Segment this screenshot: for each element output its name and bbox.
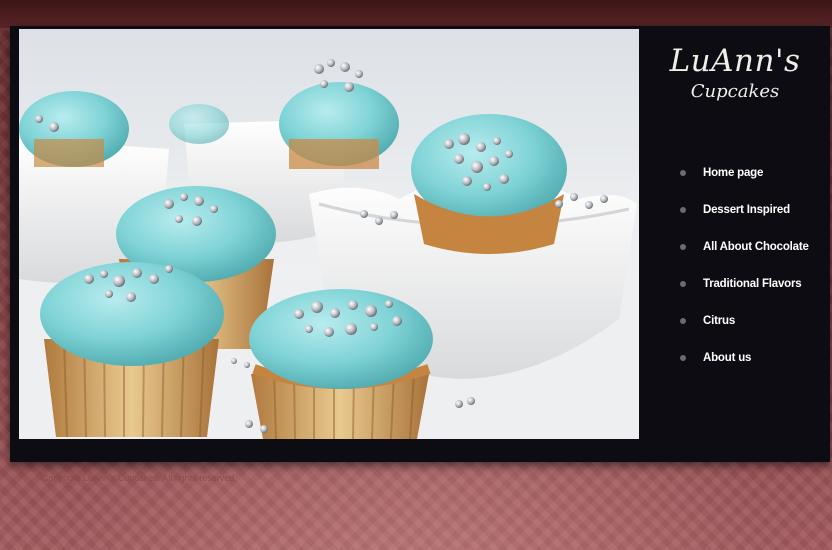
site-frame: LuAnn's Cupcakes Home page Dessert Inspi… bbox=[10, 26, 830, 462]
nav-item-traditional-flavors[interactable]: Traditional Flavors bbox=[680, 265, 830, 302]
nav-item-label: Home page bbox=[703, 166, 764, 179]
nav-item-label: Traditional Flavors bbox=[703, 277, 802, 290]
bullet-icon bbox=[680, 317, 686, 324]
nav-item-about-us[interactable]: About us bbox=[680, 339, 830, 376]
footer-copyright: Copyright LuAnn's Cupcakes. All rights r… bbox=[42, 473, 237, 483]
cupcakes-photo bbox=[19, 59, 639, 439]
bullet-icon bbox=[680, 354, 686, 361]
bullet-icon bbox=[680, 169, 686, 176]
nav-item-home-page[interactable]: Home page bbox=[680, 154, 830, 191]
nav-item-label: All About Chocolate bbox=[703, 240, 809, 253]
nav-item-label: Dessert Inspired bbox=[703, 203, 790, 216]
main-nav: Home page Dessert Inspired All About Cho… bbox=[680, 154, 830, 376]
nav-item-dessert-inspired[interactable]: Dessert Inspired bbox=[680, 191, 830, 228]
hero-image bbox=[19, 29, 639, 439]
bullet-icon bbox=[680, 280, 686, 287]
nav-item-label: About us bbox=[703, 351, 752, 364]
brand-name: LuAnn's bbox=[669, 43, 801, 79]
brand-subtitle: Cupcakes bbox=[690, 81, 780, 102]
nav-item-label: Citrus bbox=[703, 314, 736, 327]
bullet-icon bbox=[680, 243, 686, 250]
brand-logo[interactable]: LuAnn's Cupcakes bbox=[645, 44, 825, 104]
nav-item-all-about-chocolate[interactable]: All About Chocolate bbox=[680, 228, 830, 265]
nav-item-citrus[interactable]: Citrus bbox=[680, 302, 830, 339]
bullet-icon bbox=[680, 206, 686, 213]
top-band bbox=[0, 0, 832, 28]
page: { "brand": { "script_name": "LuAnn's", "… bbox=[0, 0, 832, 550]
